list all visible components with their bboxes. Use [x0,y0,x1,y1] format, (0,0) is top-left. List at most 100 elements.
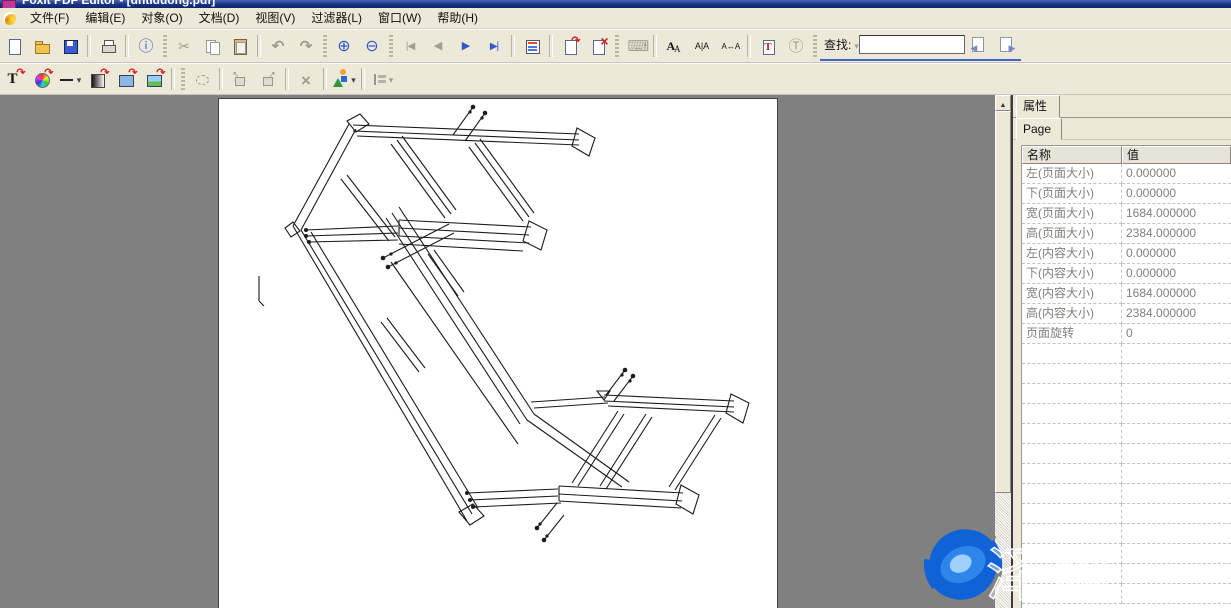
first-page-icon [402,38,419,55]
property-name-cell [1022,544,1122,564]
property-value-cell [1122,404,1231,424]
app-icon [2,0,16,8]
column-header-name[interactable]: 名称 [1022,146,1122,164]
property-value-cell[interactable]: 0.000000 [1122,164,1231,184]
char-spacing-button[interactable] [688,33,716,59]
add-text-button[interactable] [754,33,782,59]
cut-icon [176,38,193,55]
property-value-cell[interactable]: 0.000000 [1122,264,1231,284]
delete-icon [298,71,315,88]
last-page-button[interactable] [480,33,508,59]
property-value-cell[interactable]: 1684.000000 [1122,204,1231,224]
keyboard-input-button[interactable] [622,33,650,59]
menu-items: 文件(F)编辑(E)对象(O)文档(D)视图(V)过滤器(L)窗口(W)帮助(H… [22,8,486,28]
line-style-button[interactable] [56,66,84,92]
find-previous-button[interactable] [965,32,993,58]
scrollbar-thumb[interactable] [995,111,1011,493]
workspace[interactable] [0,95,995,608]
find-label: 查找: [824,36,851,53]
property-value-cell[interactable]: 0.000000 [1122,244,1231,264]
save-button[interactable] [56,33,84,59]
cut-button[interactable] [170,33,198,59]
copy-button[interactable] [198,33,226,59]
select-object-button[interactable] [188,66,216,92]
menu-item-0[interactable]: 文件(F) [22,8,77,28]
window-title: Foxit PDF Editor - [dhtiduong.pdf] [22,0,1231,7]
line-style-dropdown[interactable] [76,72,82,86]
text-mode-button[interactable] [782,33,810,59]
next-page-button[interactable] [452,33,480,59]
delete-page-button[interactable] [584,33,612,59]
redo-button[interactable] [292,33,320,59]
property-value-cell[interactable]: 2384.000000 [1122,304,1231,324]
menu-item-2[interactable]: 对象(O) [133,8,190,28]
edit-color-button[interactable] [28,66,56,92]
color-wheel-icon [34,71,51,88]
property-value-cell[interactable]: 2384.000000 [1122,224,1231,244]
zoom-in-button[interactable] [330,33,358,59]
menu-item-5[interactable]: 过滤器(L) [303,8,370,28]
copy-icon [204,38,221,55]
property-value-cell [1122,584,1231,604]
properties-title-row: 属性 [1013,95,1231,118]
page-canvas[interactable] [218,98,778,608]
menu-item-1[interactable]: 编辑(E) [77,8,133,28]
property-name-cell: 宽(内容大小) [1022,284,1122,304]
find-input[interactable] [859,35,965,54]
insert-page-button[interactable] [556,33,584,59]
property-value-cell [1122,344,1231,364]
insert-shape-button[interactable] [330,66,358,92]
page-setup-button[interactable] [518,33,546,59]
column-header-value[interactable]: 值 [1122,146,1231,164]
add-image-button[interactable] [140,66,168,92]
menu-item-4[interactable]: 视图(V) [247,8,303,28]
property-value-cell[interactable]: 0 [1122,324,1231,344]
first-page-button[interactable] [396,33,424,59]
document-info-button[interactable] [132,33,160,59]
shapes-icon [333,78,343,87]
align-objects-button[interactable] [368,66,396,92]
property-name-cell: 下(页面大小) [1022,184,1122,204]
open-file-button[interactable] [28,33,56,59]
undo-button[interactable] [264,33,292,59]
property-row-empty [1022,584,1231,604]
toolbar-separator [747,35,751,57]
property-row-empty [1022,444,1231,464]
print-button[interactable] [94,33,122,59]
property-row: 左(内容大小)0.000000 [1022,244,1231,264]
open-folder-icon [34,38,51,55]
edit-shading-button[interactable] [84,66,112,92]
toolbar-separator [219,68,223,90]
property-value-cell[interactable]: 0.000000 [1122,184,1231,204]
properties-table-body: 左(页面大小)0.000000下(页面大小)0.000000宽(页面大小)168… [1022,164,1231,604]
zoom-out-button[interactable] [358,33,386,59]
line-icon [59,71,76,88]
property-value-cell[interactable]: 1684.000000 [1122,284,1231,304]
char-width-button[interactable] [716,33,744,59]
property-name-cell: 高(页面大小) [1022,224,1122,244]
rotate-right-button[interactable] [254,66,282,92]
property-name-cell [1022,364,1122,384]
edit-text-icon [6,71,23,88]
edit-text-object-button[interactable] [0,66,28,92]
delete-object-button[interactable] [292,66,320,92]
shapes-dropdown[interactable] [350,72,356,86]
tab-page[interactable]: Page [1016,118,1062,140]
property-row: 高(页面大小)2384.000000 [1022,224,1231,244]
scroll-up-button[interactable] [995,95,1011,111]
align-dropdown[interactable] [388,72,394,86]
menu-item-6[interactable]: 窗口(W) [370,8,429,28]
font-style-button[interactable] [660,33,688,59]
menu-item-3[interactable]: 文档(D) [191,8,248,28]
vertical-scrollbar[interactable] [995,95,1011,608]
find-next-button[interactable] [993,32,1021,58]
paste-button[interactable] [226,33,254,59]
rotate-left-button[interactable] [226,66,254,92]
title-bar[interactable]: Foxit PDF Editor - [dhtiduong.pdf] [0,0,1231,8]
menu-item-7[interactable]: 帮助(H) [429,8,486,28]
property-value-cell [1122,484,1231,504]
previous-page-button[interactable] [424,33,452,59]
new-file-button[interactable] [0,33,28,59]
edit-image-button[interactable] [112,66,140,92]
property-value-cell [1122,504,1231,524]
